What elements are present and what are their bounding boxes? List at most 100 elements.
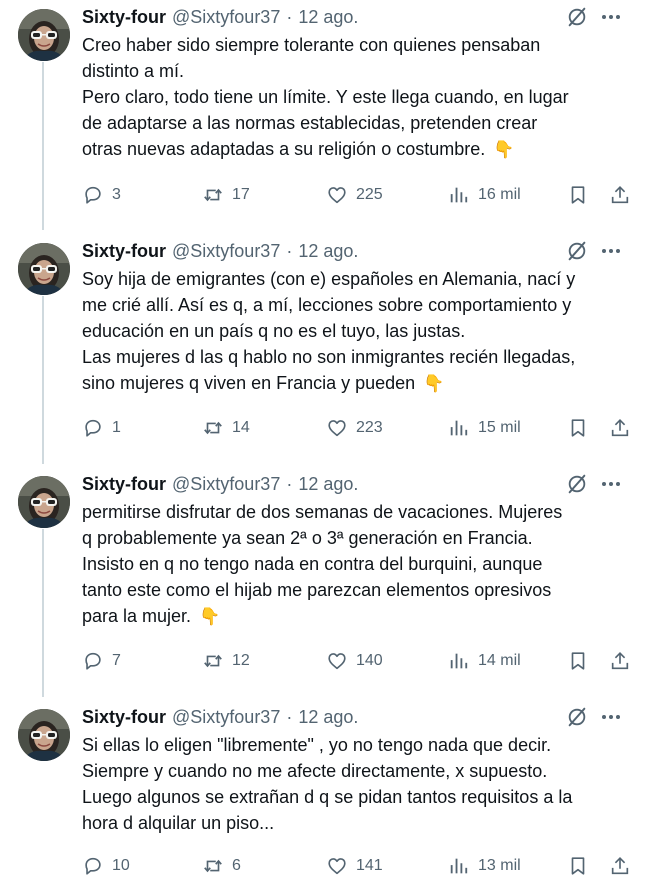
avatar[interactable] xyxy=(18,9,70,61)
tweet-line-text: Si ellas lo eligen "libremente" , yo no … xyxy=(82,735,552,755)
tweet-line-text: distinto a mí. xyxy=(82,61,185,81)
bookmark-button[interactable] xyxy=(567,854,589,878)
tweet-line-text: hora d alquilar un piso... xyxy=(82,813,275,833)
author-name[interactable]: Sixty-four xyxy=(82,474,166,495)
author-handle[interactable]: @Sixtyfour37 xyxy=(172,7,280,28)
share-icon xyxy=(609,417,631,439)
repost-count: 17 xyxy=(232,186,250,203)
tweet-actions: 1 14 223 15 mil xyxy=(82,416,638,440)
views-icon xyxy=(448,650,470,672)
tweet-line-text: Soy hija de emigrantes (con e) españoles… xyxy=(82,269,576,289)
tweet-line-text: Luego algunos se extrañan d q se pidan t… xyxy=(82,787,573,807)
avatar[interactable] xyxy=(18,709,70,761)
separator: · xyxy=(286,473,293,494)
author-handle[interactable]: @Sixtyfour37 xyxy=(172,474,280,495)
views-button[interactable]: 15 mil xyxy=(448,416,521,440)
tweet-line: Si ellas lo eligen "libremente" , yo no … xyxy=(82,732,638,758)
more-icon[interactable] xyxy=(598,6,624,28)
separator: · xyxy=(286,706,293,727)
share-button[interactable] xyxy=(609,416,631,440)
like-button[interactable]: 141 xyxy=(326,854,383,878)
tweet-actions: 7 12 140 14 mil xyxy=(82,649,638,673)
tweet-line-text: de adaptarse a las normas establecidas, … xyxy=(82,113,538,133)
tweet-header: Sixty-four @Sixtyfour37 · 12 ago. xyxy=(82,239,636,263)
views-button[interactable]: 13 mil xyxy=(448,854,521,878)
tweet-line: otras nuevas adaptadas a su religión o c… xyxy=(82,136,638,163)
tweet-line: q probablemente ya sean 2ª o 3ª generaci… xyxy=(82,525,638,551)
tweet-line: tanto este como el hijab me parezcan ele… xyxy=(82,577,638,603)
avatar[interactable] xyxy=(18,476,70,528)
author-handle[interactable]: @Sixtyfour37 xyxy=(172,241,280,262)
tweet-line: Las mujeres d las q hablo no son inmigra… xyxy=(82,344,638,370)
tweet-line-text: educación en un país q no es el tuyo, la… xyxy=(82,321,466,341)
reply-button[interactable]: 3 xyxy=(82,183,121,207)
like-icon xyxy=(326,184,348,206)
reply-button[interactable]: 10 xyxy=(82,854,130,878)
share-button[interactable] xyxy=(609,183,631,207)
bookmark-button[interactable] xyxy=(567,649,589,673)
reply-button[interactable]: 1 xyxy=(82,416,121,440)
tweet-text: Si ellas lo eligen "libremente" , yo no … xyxy=(82,732,638,836)
share-button[interactable] xyxy=(609,854,631,878)
reply-icon xyxy=(82,417,104,439)
separator: · xyxy=(286,240,293,261)
author-handle[interactable]: @Sixtyfour37 xyxy=(172,707,280,728)
reply-button[interactable]: 7 xyxy=(82,649,121,673)
tweet-line: Soy hija de emigrantes (con e) españoles… xyxy=(82,266,638,292)
repost-button[interactable]: 17 xyxy=(202,183,250,207)
like-button[interactable]: 225 xyxy=(326,183,383,207)
tweet-line-text: sino mujeres q viven en Francia y pueden xyxy=(82,373,416,393)
tweet-line: sino mujeres q viven en Francia y pueden… xyxy=(82,370,638,397)
tweet-header: Sixty-four @Sixtyfour37 · 12 ago. xyxy=(82,5,636,29)
more-icon[interactable] xyxy=(598,473,624,495)
views-count: 15 mil xyxy=(478,419,521,436)
reply-icon xyxy=(82,650,104,672)
author-name[interactable]: Sixty-four xyxy=(82,707,166,728)
tweet-line: me crié allí. Así es q, a mí, lecciones … xyxy=(82,292,638,318)
tweet-line: Pero claro, todo tiene un límite. Y este… xyxy=(82,84,638,110)
like-button[interactable]: 140 xyxy=(326,649,383,673)
repost-button[interactable]: 12 xyxy=(202,649,250,673)
tweet-date[interactable]: 12 ago. xyxy=(298,241,358,262)
tweet-header: Sixty-four @Sixtyfour37 · 12 ago. xyxy=(82,705,636,729)
tweet-text: Soy hija de emigrantes (con e) españoles… xyxy=(82,266,638,397)
views-icon xyxy=(448,417,470,439)
repost-button[interactable]: 14 xyxy=(202,416,250,440)
tweet-line-text: Las mujeres d las q hablo no son inmigra… xyxy=(82,347,576,367)
avatar[interactable] xyxy=(18,243,70,295)
tweet-line: Luego algunos se extrañan d q se pidan t… xyxy=(82,784,638,810)
author-name[interactable]: Sixty-four xyxy=(82,7,166,28)
tweet-date[interactable]: 12 ago. xyxy=(298,7,358,28)
like-count: 223 xyxy=(356,419,383,436)
repost-count: 6 xyxy=(232,857,241,874)
views-button[interactable]: 14 mil xyxy=(448,649,521,673)
tweet-date[interactable]: 12 ago. xyxy=(298,707,358,728)
bookmark-icon xyxy=(567,184,589,206)
more-icon[interactable] xyxy=(598,706,624,728)
views-button[interactable]: 16 mil xyxy=(448,183,521,207)
bookmark-icon xyxy=(567,417,589,439)
tweet-line: distinto a mí. xyxy=(82,58,638,84)
tweet-actions: 3 17 225 16 mil xyxy=(82,183,638,207)
tweet-line: Siempre y cuando no me afecte directamen… xyxy=(82,758,638,784)
tweet-date[interactable]: 12 ago. xyxy=(298,474,358,495)
grok-icon[interactable] xyxy=(566,706,588,728)
share-button[interactable] xyxy=(609,649,631,673)
more-icon[interactable] xyxy=(598,240,624,262)
tweet-header: Sixty-four @Sixtyfour37 · 12 ago. xyxy=(82,472,636,496)
bookmark-button[interactable] xyxy=(567,183,589,207)
bookmark-button[interactable] xyxy=(567,416,589,440)
author-name[interactable]: Sixty-four xyxy=(82,241,166,262)
like-count: 140 xyxy=(356,652,383,669)
thread-line xyxy=(42,62,44,230)
repost-button[interactable]: 6 xyxy=(202,854,241,878)
reply-count: 1 xyxy=(112,419,121,436)
grok-icon[interactable] xyxy=(566,6,588,28)
grok-icon[interactable] xyxy=(566,240,588,262)
like-button[interactable]: 223 xyxy=(326,416,383,440)
tweet-line-text: Pero claro, todo tiene un límite. Y este… xyxy=(82,87,569,107)
thread-line xyxy=(42,529,44,697)
pointing-down-emoji: 👇 xyxy=(199,607,221,626)
grok-icon[interactable] xyxy=(566,473,588,495)
tweet-actions: 10 6 141 13 mil xyxy=(82,854,638,878)
